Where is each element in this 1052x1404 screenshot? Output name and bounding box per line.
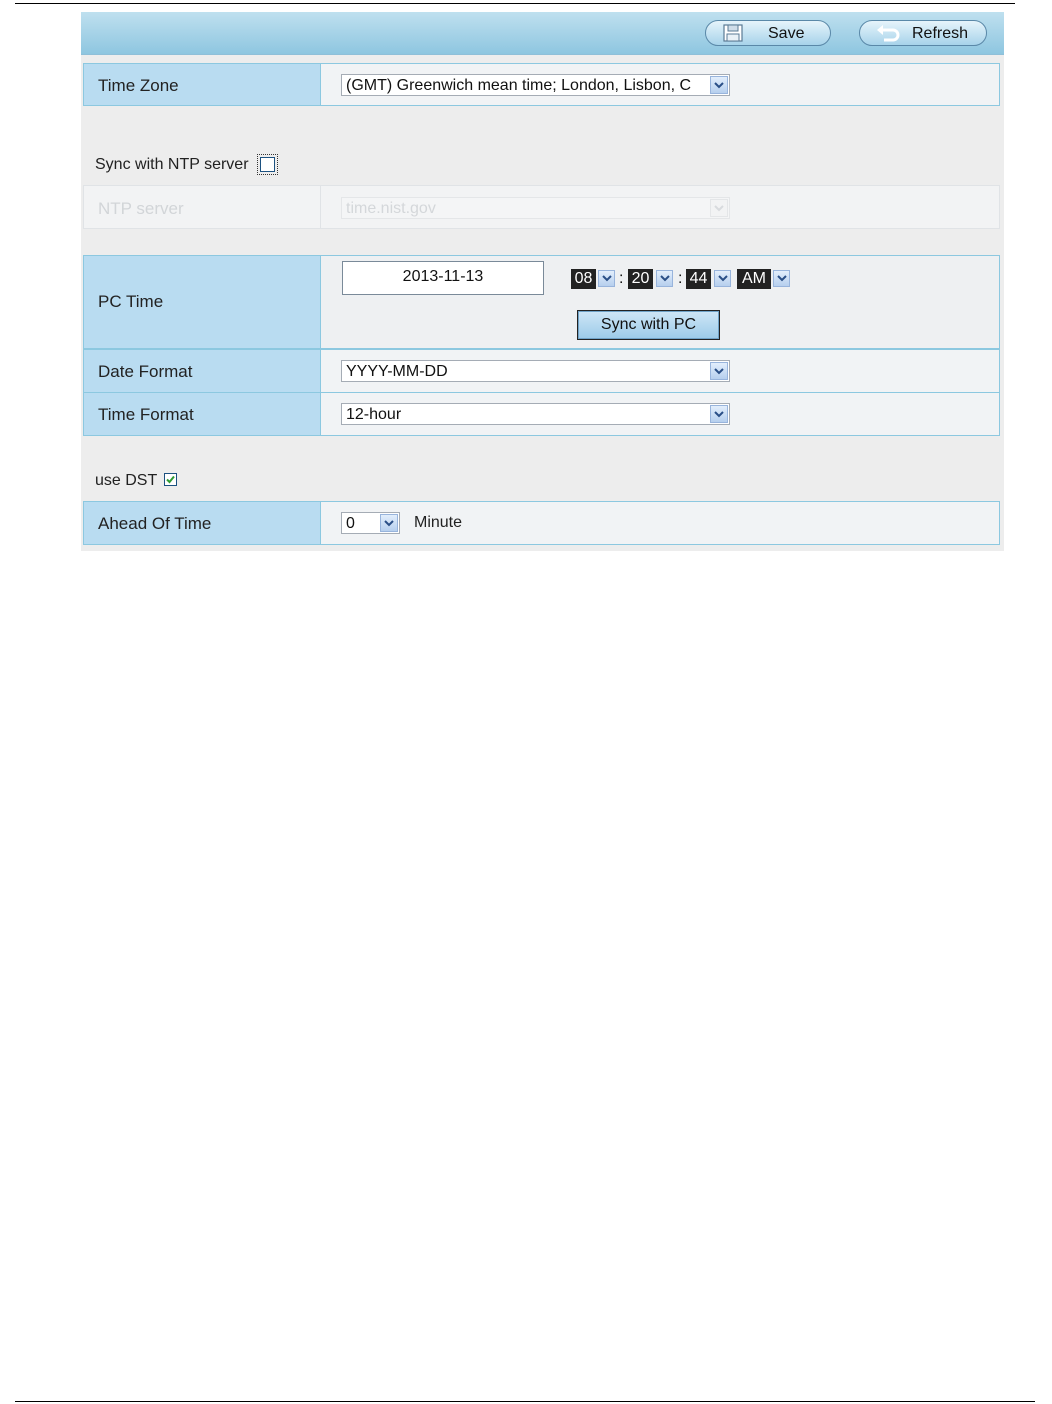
refresh-icon [876,24,902,47]
time-format-label: Time Format [98,405,194,424]
use-dst-label: use DST [95,472,158,489]
ntp-sync-checkbox-focus[interactable] [257,154,278,175]
ntp-server-select[interactable]: time.nist.gov [341,197,730,219]
time-format-value-cell: 12-hour [321,393,999,435]
date-format-label: Date Format [98,362,193,381]
ahead-of-time-label-cell: Ahead Of Time [84,502,321,544]
date-format-select[interactable]: YYYY-MM-DD [341,360,730,382]
refresh-button[interactable]: Refresh [859,20,987,46]
ntp-server-value-cell: time.nist.gov [321,186,999,228]
time-zone-value: (GMT) Greenwich mean time; London, Lisbo… [346,77,692,94]
time-format-select[interactable]: 12-hour [341,403,730,425]
ahead-of-time-row: Ahead Of Time 0 Minute [83,501,1000,545]
pc-time-value-cell: 2013-11-13 08 : 20 : 44 AM Sync with PC [321,256,999,348]
time-separator: : [619,270,624,287]
ahead-of-time-label: Ahead Of Time [98,514,212,533]
time-format-row: Time Format 12-hour [83,392,1000,436]
time-separator: : [678,270,683,287]
ntp-server-label-cell: NTP server [84,186,321,228]
ntp-sync-label: Sync with NTP server [95,156,249,173]
check-icon [166,475,175,484]
ahead-of-time-value-cell: 0 Minute [321,502,999,544]
sync-with-pc-button[interactable]: Sync with PC [577,310,720,340]
time-zone-label-cell: Time Zone [84,64,321,105]
hour-select[interactable]: 08 [571,269,596,289]
page-top-rule [15,3,1015,4]
chevron-down-icon [710,405,728,423]
ahead-of-time-value: 0 [346,515,355,532]
time-settings-panel: Save Refresh Time Zone (GMT) Greenwich m… [81,12,1004,551]
save-button[interactable]: Save [705,20,831,46]
chevron-down-icon [710,362,728,380]
ntp-server-row: NTP server time.nist.gov [83,185,1000,229]
ntp-server-value: time.nist.gov [346,200,436,217]
chevron-down-icon[interactable] [714,270,731,287]
pc-time-label-cell: PC Time [84,256,321,348]
ntp-sync-checkbox[interactable] [260,157,275,172]
chevron-down-icon [710,76,728,94]
save-button-label: Save [768,25,805,42]
ampm-select[interactable]: AM [737,269,771,289]
pc-time-row: PC Time 2013-11-13 08 : 20 : 44 AM Sync … [83,255,1000,349]
chevron-down-icon [380,514,398,532]
ahead-of-time-unit: Minute [414,514,463,531]
date-format-value-cell: YYYY-MM-DD [321,350,999,392]
pc-date-input[interactable]: 2013-11-13 [342,261,544,295]
use-dst-checkbox[interactable] [164,473,177,486]
second-select[interactable]: 44 [686,269,711,289]
pc-time-label: PC Time [98,292,164,311]
time-zone-row: Time Zone (GMT) Greenwich mean time; Lon… [83,63,1000,106]
time-zone-select[interactable]: (GMT) Greenwich mean time; London, Lisbo… [341,74,730,96]
ntp-server-label: NTP server [98,199,184,218]
toolbar: Save Refresh [81,12,1004,55]
chevron-down-icon[interactable] [773,270,790,287]
save-icon [722,24,744,47]
time-format-label-cell: Time Format [84,393,321,435]
page-bottom-rule [15,1401,1035,1402]
ahead-of-time-select[interactable]: 0 [341,512,400,534]
time-zone-value-cell: (GMT) Greenwich mean time; London, Lisbo… [321,64,999,105]
chevron-down-icon[interactable] [598,270,615,287]
chevron-down-icon[interactable] [656,270,673,287]
time-zone-label: Time Zone [98,76,179,95]
chevron-down-icon [710,199,728,217]
time-format-value: 12-hour [346,406,402,423]
refresh-button-label: Refresh [912,25,969,42]
date-format-row: Date Format YYYY-MM-DD [83,349,1000,393]
date-format-label-cell: Date Format [84,350,321,392]
date-format-value: YYYY-MM-DD [346,363,448,380]
minute-select[interactable]: 20 [628,269,653,289]
